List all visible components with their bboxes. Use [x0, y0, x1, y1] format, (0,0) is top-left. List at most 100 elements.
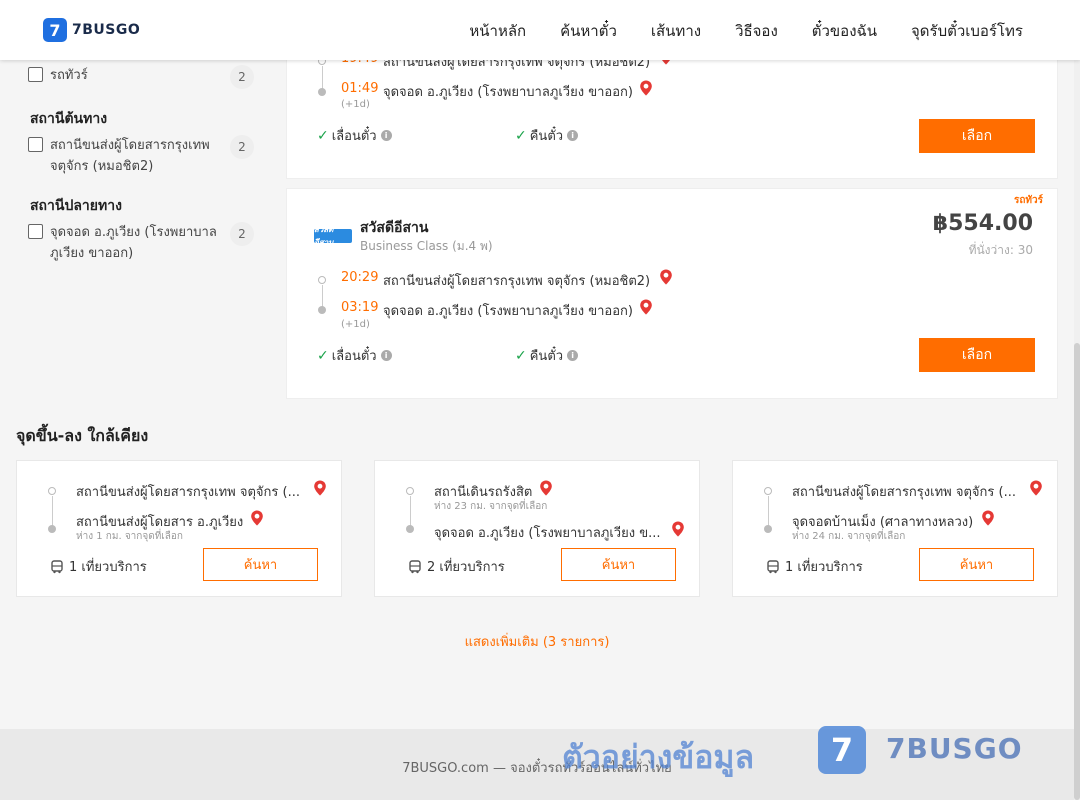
map-pin-icon[interactable] [639, 80, 653, 96]
departure-dot [318, 276, 326, 284]
info-icon[interactable]: i [380, 130, 392, 141]
destination-checkbox[interactable] [28, 224, 43, 239]
logo-badge: 7 [43, 18, 67, 42]
map-pin-icon[interactable] [639, 299, 653, 315]
next-day-marker: (+1d) [341, 319, 370, 330]
map-pin-icon[interactable] [250, 510, 264, 526]
filter-label: จุดจอด อ.ภูเวียง (โรงพยาบาลภูเวียง ขาออก… [50, 225, 217, 261]
count-badge: 2 [230, 135, 254, 159]
nearby-search-button[interactable]: ค้นหา [561, 548, 676, 581]
nearby-search-button[interactable]: ค้นหา [203, 548, 318, 581]
main-nav: หน้าหลัก ค้นหาตั๋ว เส้นทาง วิธีจอง ตั๋วข… [469, 19, 1023, 43]
nav-my-tickets[interactable]: ตั๋วของฉัน [812, 19, 877, 43]
from-dot [406, 487, 414, 495]
arrival-time: 01:49 [341, 81, 379, 96]
nearby-services: 1 เที่ยวบริการ [50, 556, 147, 577]
bus-icon [409, 559, 421, 573]
map-pin-icon[interactable] [671, 521, 685, 537]
nearby-from-stop: สถานีขนส่งผู้โดยสารกรุงเทพ จตุจักร (... [76, 485, 300, 500]
check-icon: ✓ [317, 347, 329, 364]
departure-time: 20:29 [341, 270, 379, 285]
route-line [768, 496, 769, 526]
route-line [322, 285, 323, 307]
feature-label: เลื่อนตั๋ว [331, 129, 377, 144]
nearby-section-title: จุดขึ้น-ลง ใกล้เคียง [16, 426, 149, 445]
nav-home[interactable]: หน้าหลัก [469, 19, 526, 43]
services-label: 2 เที่ยวบริการ [427, 560, 505, 575]
count-badge: 2 [230, 222, 254, 246]
nearby-services: 2 เที่ยวบริการ [408, 556, 505, 577]
origin-checkbox[interactable] [28, 137, 43, 152]
route-line [322, 66, 323, 89]
nearby-from-distance: ห่าง 23 กม. จากจุดที่เลือก [434, 501, 548, 512]
services-label: 1 เที่ยวบริการ [69, 560, 147, 575]
check-icon: ✓ [515, 127, 527, 144]
filter-label: รถทัวร์ [50, 68, 88, 83]
reschedule-feature: ✓ เลื่อนตั๋ว i [317, 345, 392, 366]
filter-label: สถานีขนส่งผู้โดยสารกรุงเทพ จตุจักร (หมอช… [50, 138, 210, 174]
map-pin-icon[interactable] [1029, 480, 1043, 496]
watermark-brand: 7BUSGO [886, 732, 1023, 765]
map-pin-icon[interactable] [659, 269, 673, 285]
bus-class: Business Class (ม.4 พ) [360, 239, 493, 253]
map-pin-icon[interactable] [539, 480, 553, 496]
select-trip-button[interactable]: เลือก [919, 338, 1035, 372]
ticket-price: ฿554.00 [932, 211, 1033, 236]
nearby-services: 1 เที่ยวบริการ [766, 556, 863, 577]
map-pin-icon[interactable] [981, 510, 995, 526]
trip-card: รถทัวร์ สวัสดีอีสาน สวัสดีอีสาน Business… [286, 188, 1058, 399]
info-icon[interactable]: i [380, 350, 392, 361]
bus-type-tag: รถทัวร์ [1013, 195, 1043, 206]
nav-search-tickets[interactable]: ค้นหาตั๋ว [560, 19, 617, 43]
nearby-card: สถานีเดินรถรังสิต ห่าง 23 กม. จากจุดที่เ… [374, 460, 700, 597]
destination-filter-title: สถานีปลายทาง [30, 198, 122, 214]
nearby-from-stop: สถานีขนส่งผู้โดยสารกรุงเทพ จตุจักร (... [792, 485, 1016, 500]
nearby-search-button[interactable]: ค้นหา [919, 548, 1034, 581]
refund-feature: ✓ คืนตั๋ว i [515, 345, 579, 366]
map-pin-icon[interactable] [313, 480, 327, 496]
operator-name: สวัสดีอีสาน [360, 220, 429, 236]
reschedule-feature: ✓ เลื่อนตั๋ว i [317, 125, 392, 146]
arrival-stop: จุดจอด อ.ภูเวียง (โรงพยาบาลภูเวียง ขาออก… [383, 304, 633, 319]
seats-available: ที่นั่งว่าง: 30 [968, 243, 1033, 257]
origin-filter-title: สถานีต้นทาง [30, 111, 108, 127]
route-line [52, 496, 53, 526]
logo-text: 7BUSGO [72, 22, 141, 38]
filter-item-origin[interactable]: สถานีขนส่งผู้โดยสารกรุงเทพ จตุจักร (หมอช… [28, 135, 254, 177]
operator-logo: สวัสดีอีสาน [314, 225, 352, 247]
arrival-stop: จุดจอด อ.ภูเวียง (โรงพยาบาลภูเวียง ขาออก… [383, 85, 633, 100]
bus-icon [767, 559, 779, 573]
services-label: 1 เที่ยวบริการ [785, 560, 863, 575]
refund-feature: ✓ คืนตั๋ว i [515, 125, 579, 146]
to-dot [764, 525, 772, 533]
arrival-time: 03:19 [341, 300, 379, 315]
nearby-to-distance: ห่าง 24 กม. จากจุดที่เลือก [792, 531, 906, 542]
arrival-dot [318, 306, 326, 314]
watermark-logo: 7 [818, 726, 866, 774]
from-dot [764, 487, 772, 495]
info-icon[interactable]: i [567, 130, 579, 141]
filter-item-bus-type[interactable]: รถทัวร์ 2 [28, 65, 254, 89]
nearby-card: สถานีขนส่งผู้โดยสารกรุงเทพ จตุจักร (... … [732, 460, 1058, 597]
check-icon: ✓ [317, 127, 329, 144]
arrival-dot [318, 88, 326, 96]
nav-how-to-book[interactable]: วิธีจอง [735, 19, 778, 43]
bus-icon [51, 559, 63, 573]
info-icon[interactable]: i [567, 350, 579, 361]
site-logo[interactable]: 7 7BUSGO [43, 18, 140, 42]
header-overlay: 7 7BUSGO หน้าหลัก ค้นหาตั๋ว เส้นทาง วิธี… [0, 0, 1080, 60]
scrollbar-thumb[interactable] [1074, 343, 1080, 800]
feature-label: เลื่อนตั๋ว [331, 349, 377, 364]
bus-type-checkbox[interactable] [28, 67, 43, 82]
nav-pickup-points[interactable]: จุดรับตั๋วเบอร์โทร [911, 19, 1023, 43]
show-more-link[interactable]: แสดงเพิ่มเติม (3 รายการ) [0, 631, 1074, 652]
sample-watermark: ตัวอย่างข้อมูล [562, 738, 755, 776]
feature-label: คืนตั๋ว [529, 349, 564, 364]
filter-item-destination[interactable]: จุดจอด อ.ภูเวียง (โรงพยาบาลภูเวียง ขาออก… [28, 222, 254, 264]
nav-routes[interactable]: เส้นทาง [651, 19, 701, 43]
select-trip-button[interactable]: เลือก [919, 119, 1035, 153]
route-line [410, 496, 411, 526]
to-dot [48, 525, 56, 533]
nearby-to-stop: จุดจอด อ.ภูเวียง (โรงพยาบาลภูเวียง ข... [434, 526, 661, 541]
check-icon: ✓ [515, 347, 527, 364]
